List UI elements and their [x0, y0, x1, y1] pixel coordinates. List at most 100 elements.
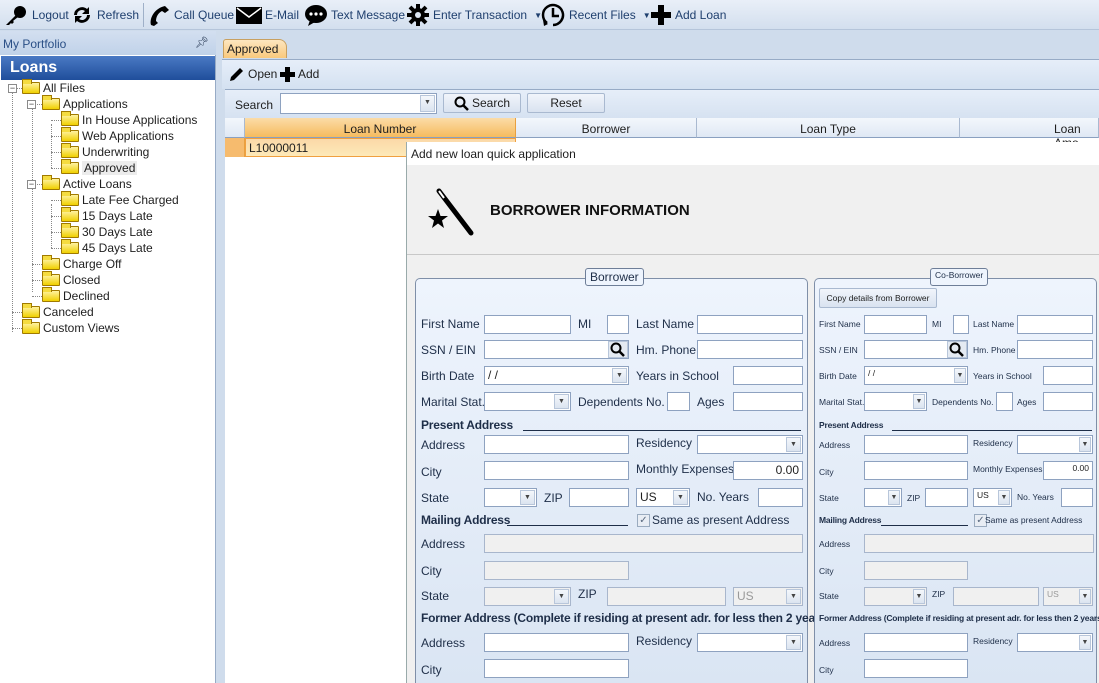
coborrower-present-country-combo[interactable]: US ▼	[973, 488, 1012, 507]
refresh-button[interactable]: Refresh	[70, 4, 139, 26]
search-input[interactable]: ▼	[280, 93, 437, 114]
coborrower-birth-date-combo[interactable]: / / ▼	[864, 366, 968, 385]
coborrower-former-address-input[interactable]	[864, 633, 968, 652]
borrower-home-phone-input[interactable]	[697, 340, 803, 359]
borrower-present-country-combo[interactable]: US ▼	[636, 488, 690, 507]
tree-item-late15[interactable]: 15 Days Late	[61, 207, 153, 224]
call-queue-button[interactable]: Call Queue	[147, 4, 234, 26]
tree-item-charge-off[interactable]: Charge Off	[42, 255, 121, 272]
coborrower-years-in-school-input[interactable]	[1043, 366, 1093, 385]
recent-files-button[interactable]: Recent Files ▼	[540, 3, 651, 27]
collapse-icon[interactable]: −	[27, 100, 36, 109]
tree-item-declined[interactable]: Declined	[42, 287, 110, 304]
collapse-icon[interactable]: −	[27, 180, 36, 189]
dropdown-arrow-icon[interactable]: ▼	[554, 589, 569, 604]
borrower-last-name-input[interactable]	[697, 315, 803, 334]
coborrower-present-address-input[interactable]	[864, 435, 968, 454]
column-header-borrower[interactable]: Borrower	[516, 118, 697, 138]
tree-item-canceled[interactable]: Canceled	[22, 303, 94, 320]
logout-button[interactable]: Logout	[3, 4, 69, 26]
tree-item-custom-views[interactable]: Custom Views	[22, 319, 119, 336]
coborrower-present-state-combo[interactable]: ▼	[864, 488, 902, 507]
borrower-mi-input[interactable]	[607, 315, 629, 334]
dropdown-arrow-icon[interactable]: ▼	[998, 490, 1010, 505]
tree-item-late30[interactable]: 30 Days Late	[61, 223, 153, 240]
add-loan-button[interactable]: Add Loan	[650, 4, 726, 26]
column-header-loan-number[interactable]: Loan Number	[245, 118, 516, 138]
dropdown-arrow-icon[interactable]: ▼	[420, 95, 435, 112]
email-button[interactable]: E-Mail	[236, 4, 299, 26]
coborrower-first-name-input[interactable]	[864, 315, 927, 334]
text-message-button[interactable]: Text Message	[304, 4, 405, 26]
borrower-no-years-input[interactable]	[758, 488, 803, 507]
dropdown-arrow-icon[interactable]: ▼	[913, 394, 925, 409]
enter-transaction-button[interactable]: Enter Transaction ▼	[406, 4, 542, 26]
coborrower-former-city-input[interactable]	[864, 659, 968, 678]
coborrower-present-city-input[interactable]	[864, 461, 968, 480]
tree-item-late-fee[interactable]: Late Fee Charged	[61, 191, 179, 208]
borrower-years-in-school-input[interactable]	[733, 366, 803, 385]
coborrower-last-name-input[interactable]	[1017, 315, 1093, 334]
tree-item-applications[interactable]: Applications	[42, 95, 128, 112]
open-button[interactable]: Open	[229, 63, 277, 85]
borrower-same-as-present-checkbox[interactable]: ✓	[637, 514, 650, 527]
tree-item-closed[interactable]: Closed	[42, 271, 100, 288]
select-all-corner[interactable]	[225, 118, 245, 138]
search-button[interactable]: Search	[443, 93, 521, 113]
tab-approved[interactable]: Approved	[223, 39, 287, 58]
row-header[interactable]	[225, 138, 245, 157]
ssn-search-icon[interactable]	[947, 341, 967, 358]
dropdown-arrow-icon[interactable]: ▼	[520, 490, 535, 505]
collapse-icon[interactable]: −	[8, 84, 17, 93]
tree-item-web[interactable]: Web Applications	[61, 127, 174, 144]
tree-item-approved[interactable]: Approved	[61, 159, 138, 176]
dropdown-arrow-icon[interactable]: ▼	[554, 394, 569, 409]
coborrower-home-phone-input[interactable]	[1017, 340, 1093, 359]
borrower-present-city-input[interactable]	[484, 461, 629, 480]
reset-button[interactable]: Reset	[527, 93, 605, 113]
tree-item-in-house[interactable]: In House Applications	[61, 111, 197, 128]
coborrower-mi-input[interactable]	[953, 315, 969, 334]
tree-item-active-loans[interactable]: Active Loans	[42, 175, 132, 192]
dropdown-arrow-icon[interactable]: ▼	[1079, 589, 1091, 604]
dropdown-arrow-icon[interactable]: ▼	[786, 635, 801, 650]
column-header-loan-amount[interactable]: Loan Amo	[960, 118, 1099, 150]
borrower-former-residency-combo[interactable]: ▼	[697, 633, 803, 652]
dropdown-arrow-icon[interactable]: ▼	[913, 589, 925, 604]
dropdown-arrow-icon[interactable]: ▼	[1079, 437, 1091, 452]
coborrower-ssn-input[interactable]	[864, 340, 968, 359]
coborrower-marital-status-combo[interactable]: ▼	[864, 392, 927, 411]
tree-item-late45[interactable]: 45 Days Late	[61, 239, 153, 256]
borrower-ages-input[interactable]	[733, 392, 803, 411]
dropdown-arrow-icon[interactable]: ▼	[612, 368, 627, 383]
coborrower-monthly-expenses-input[interactable]: 0.00	[1043, 461, 1093, 480]
borrower-present-zip-input[interactable]	[569, 488, 629, 507]
pin-icon[interactable]: 📌︎	[195, 36, 209, 49]
coborrower-dependents-input[interactable]	[996, 392, 1013, 411]
borrower-monthly-expenses-input[interactable]: 0.00	[733, 461, 803, 480]
tree-item-underwriting[interactable]: Underwriting	[61, 143, 149, 160]
borrower-former-address-input[interactable]	[484, 633, 629, 652]
borrower-residency-combo[interactable]: ▼	[697, 435, 803, 454]
column-header-loan-type[interactable]: Loan Type	[697, 118, 960, 138]
dropdown-arrow-icon[interactable]: ▼	[673, 490, 688, 505]
add-button[interactable]: Add	[280, 63, 319, 85]
ssn-search-icon[interactable]	[608, 341, 628, 358]
borrower-present-state-combo[interactable]: ▼	[484, 488, 537, 507]
borrower-dependents-input[interactable]	[667, 392, 690, 411]
dropdown-arrow-icon[interactable]: ▼	[954, 368, 966, 383]
dropdown-arrow-icon[interactable]: ▼	[888, 490, 900, 505]
coborrower-copy-details-button[interactable]: Copy details from Borrower	[819, 288, 937, 308]
dropdown-arrow-icon[interactable]: ▼	[786, 589, 801, 604]
dropdown-arrow-icon[interactable]: ▼	[786, 437, 801, 452]
coborrower-ages-input[interactable]	[1043, 392, 1093, 411]
tree-item-all-files[interactable]: All Files	[22, 79, 85, 96]
borrower-ssn-input[interactable]	[484, 340, 629, 359]
dropdown-arrow-icon[interactable]: ▼	[1079, 635, 1091, 650]
coborrower-present-zip-input[interactable]	[925, 488, 968, 507]
borrower-marital-status-combo[interactable]: ▼	[484, 392, 571, 411]
coborrower-former-residency-combo[interactable]: ▼	[1017, 633, 1093, 652]
borrower-first-name-input[interactable]	[484, 315, 571, 334]
coborrower-residency-combo[interactable]: ▼	[1017, 435, 1093, 454]
borrower-former-city-input[interactable]	[484, 659, 629, 678]
